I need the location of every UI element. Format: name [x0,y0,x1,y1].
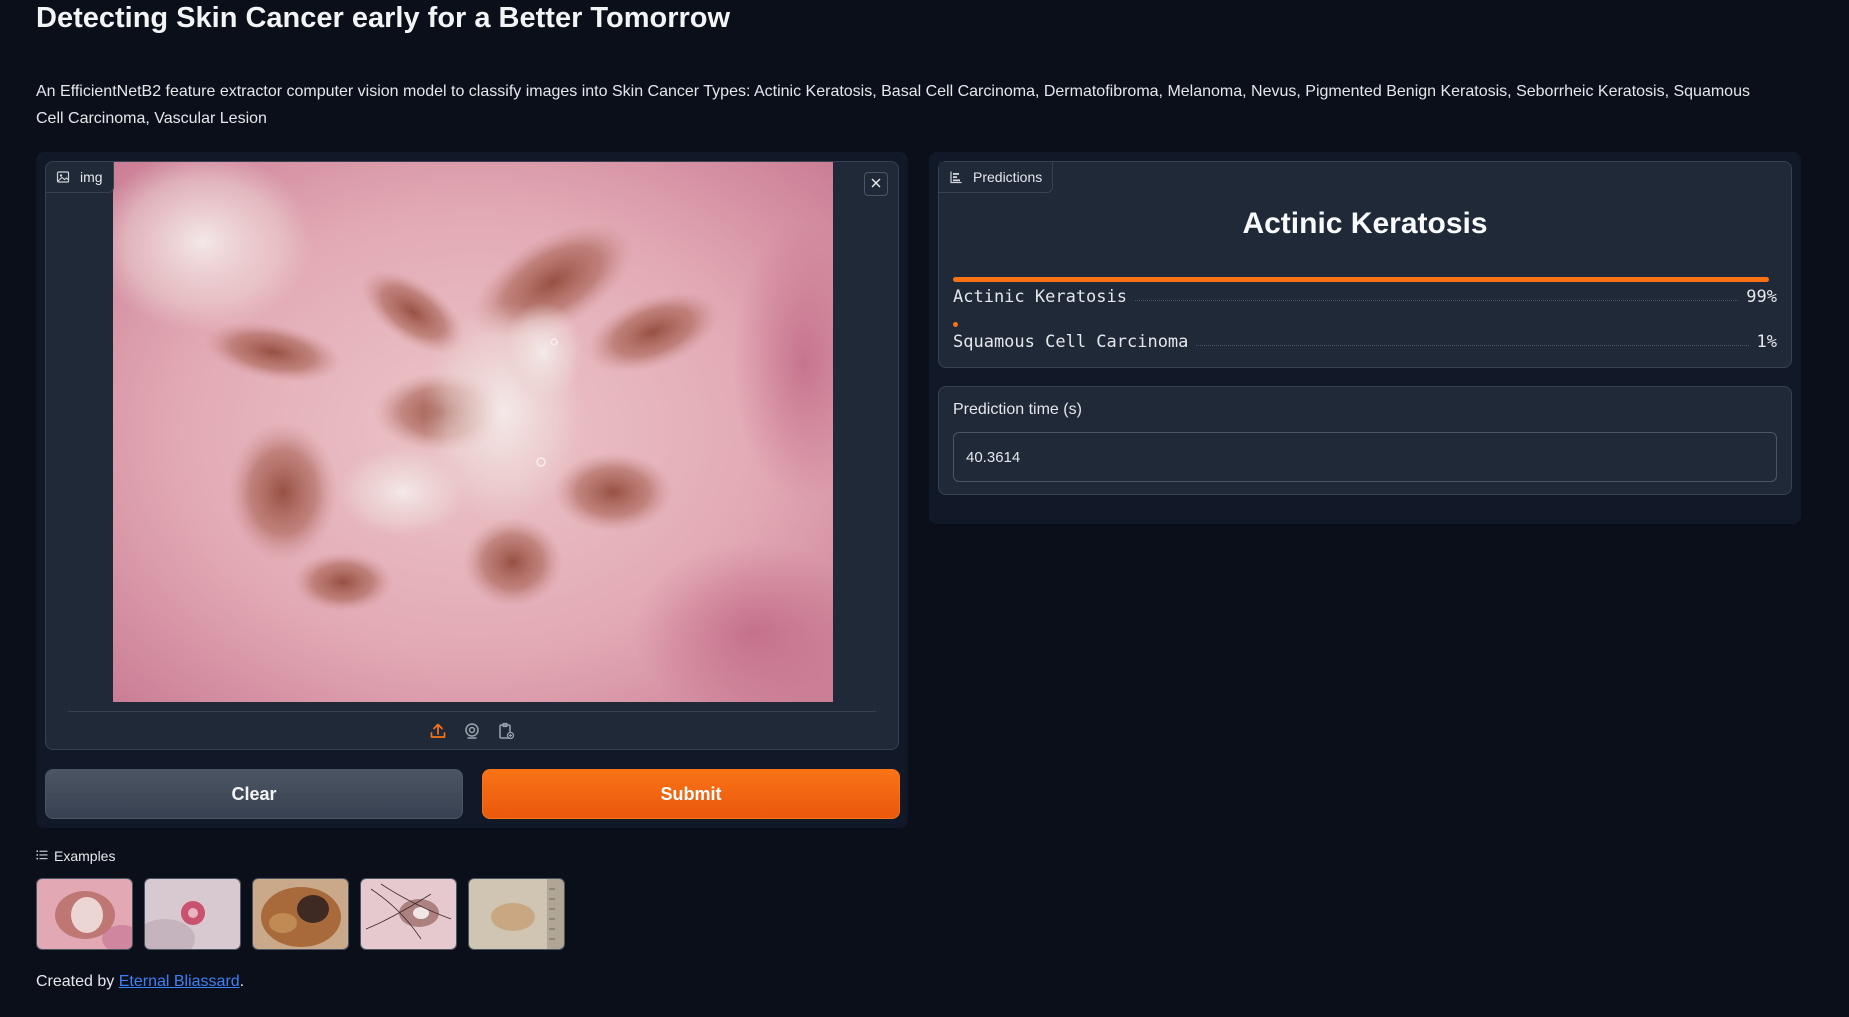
close-icon [871,176,881,192]
confidence-percent: 99% [1746,287,1777,307]
predictions-label: Predictions [939,162,1054,193]
image-icon [56,170,70,184]
image-input-label: img [46,162,114,193]
confidence-row: Squamous Cell Carcinoma 1% [953,322,1777,356]
confidence-bar [953,322,958,327]
dotted-leader [1196,344,1749,346]
bar-chart-icon [949,170,963,184]
output-panel: Predictions Actinic Keratosis Actinic Ke… [929,152,1801,524]
confidence-row: Actinic Keratosis 99% [953,277,1777,311]
footer-prefix: Created by [36,973,119,990]
uploaded-skin-image [113,162,833,702]
prediction-time-label: Prediction time (s) [953,401,1082,418]
page-description: An EfficientNetB2 feature extractor comp… [36,83,1750,127]
example-thumbnail[interactable] [252,878,349,950]
clipboard-icon[interactable] [495,720,517,742]
clear-button[interactable]: Clear [45,769,463,819]
example-thumbnail[interactable] [36,878,133,950]
image-divider [68,711,876,712]
examples-label-text: Examples [54,848,116,864]
predictions-block: Predictions Actinic Keratosis Actinic Ke… [938,161,1792,368]
prediction-time-block: Prediction time (s) 40.3614 [938,386,1792,495]
author-link[interactable]: Eternal Bliassard [119,973,240,990]
footer: Created by Eternal Bliassard. [36,973,244,991]
webcam-icon[interactable] [461,720,483,742]
prediction-time-field[interactable]: 40.3614 [953,432,1777,482]
confidence-label: Squamous Cell Carcinoma [953,332,1189,352]
image-source-selector [46,717,898,745]
submit-button[interactable]: Submit [482,769,900,819]
example-thumbnail[interactable] [468,878,565,950]
confidence-bar [953,277,1769,282]
confidence-percent: 1% [1756,332,1777,352]
page-title: Detecting Skin Cancer early for a Better… [36,2,731,34]
dotted-leader [1135,299,1739,301]
examples-gallery [36,878,565,950]
clear-image-button[interactable] [864,172,888,196]
input-panel: img Clear Submit [36,152,908,828]
predictions-label-text: Predictions [973,169,1043,185]
image-input-label-text: img [80,169,103,185]
upload-icon[interactable] [427,720,449,742]
app-root: Detecting Skin Cancer early for a Better… [0,0,1849,1017]
confidence-text: Actinic Keratosis 99% [953,287,1777,307]
list-icon [36,848,48,864]
top-prediction: Actinic Keratosis [1242,207,1488,240]
example-thumbnail[interactable] [360,878,457,950]
confidence-text: Squamous Cell Carcinoma 1% [953,332,1777,352]
footer-suffix: . [239,973,245,990]
confidence-label: Actinic Keratosis [953,287,1127,307]
image-input-block[interactable]: img [45,161,899,750]
example-thumbnail[interactable] [144,878,241,950]
examples-label: Examples [36,848,115,864]
